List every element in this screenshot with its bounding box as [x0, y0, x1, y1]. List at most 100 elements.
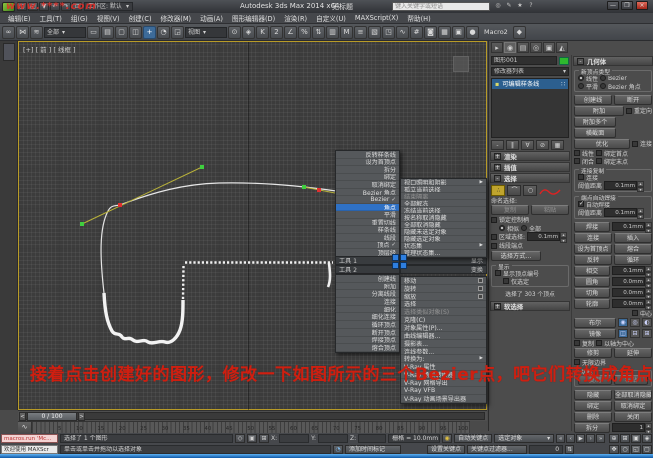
- rectangular-region-icon[interactable]: ▢: [115, 26, 128, 39]
- rendered-frame-icon[interactable]: ▣: [452, 26, 465, 39]
- handle-endpoint[interactable]: [80, 222, 84, 226]
- previous-frame-button[interactable]: ‹: [566, 434, 575, 443]
- trim-button[interactable]: 修剪: [574, 348, 612, 358]
- dock-handle[interactable]: [3, 43, 15, 61]
- weld-button[interactable]: 焊接: [574, 222, 610, 232]
- connect-copy-threshold-spinner[interactable]: 0.1mm▴▾: [604, 181, 644, 190]
- time-slider-track[interactable]: [20, 412, 485, 420]
- frame-spinner[interactable]: ⇅: [565, 445, 574, 454]
- attach-button[interactable]: 附加: [574, 106, 624, 116]
- menu-item[interactable]: 动画(A): [196, 13, 227, 23]
- mirror-h-icon[interactable]: ◫: [618, 329, 628, 338]
- render-setup-icon[interactable]: ▦: [438, 26, 451, 39]
- center-checkbox[interactable]: [632, 310, 638, 316]
- divide-button[interactable]: 拆分: [574, 423, 610, 433]
- quad-menu-item[interactable]: 旋转: [401, 285, 486, 293]
- quad-menu-item[interactable]: 隐藏未选定对象: [401, 229, 486, 236]
- chamfer-spinner[interactable]: 0.0mm▴▾: [612, 288, 652, 297]
- collapse-icon[interactable]: -: [577, 58, 584, 65]
- align-icon[interactable]: ≡: [354, 26, 367, 39]
- selection-filter-dropdown[interactable]: 全部▾: [44, 27, 86, 38]
- paste-selection-button[interactable]: 粘贴: [531, 205, 569, 215]
- quad-menu-item[interactable]: 角点: [336, 204, 399, 212]
- angle-snap-icon[interactable]: ∠: [284, 26, 297, 39]
- segment-end-checkbox[interactable]: [491, 243, 497, 249]
- alike-radio[interactable]: [499, 225, 505, 231]
- mirror-both-icon[interactable]: ⊞: [642, 329, 652, 338]
- quad-menu-item[interactable]: 焊接顶点: [336, 337, 399, 345]
- show-end-result-icon[interactable]: ‖: [506, 140, 519, 150]
- quad-menu-item[interactable]: 管理状态集...: [401, 250, 486, 257]
- quad-menu-item[interactable]: 缩放: [401, 293, 486, 301]
- linear-radio[interactable]: [578, 75, 584, 81]
- lock-handles-checkbox[interactable]: [491, 217, 497, 223]
- curve-editor-icon[interactable]: ∿: [396, 26, 409, 39]
- quad-menu-item[interactable]: 重置切线: [336, 219, 399, 227]
- quad-menu-item[interactable]: 曲线编辑器...: [401, 332, 486, 340]
- quad-menu-item[interactable]: 断开顶点: [336, 329, 399, 337]
- fillet-spinner[interactable]: 0.0mm▴▾: [612, 277, 652, 286]
- zoom-extents-icon[interactable]: ▣: [631, 434, 641, 443]
- rollout-geometry[interactable]: -几何体: [573, 56, 653, 66]
- quad-menu-item[interactable]: 隐藏选定对象: [401, 236, 486, 243]
- quad-menu-item[interactable]: 全部解冻: [401, 200, 486, 207]
- bezier-vertex[interactable]: [317, 188, 321, 192]
- quad-menu-item[interactable]: 分离线段: [336, 290, 399, 298]
- quad-menu-item[interactable]: 样条线: [336, 226, 399, 234]
- pan-icon[interactable]: ✥: [609, 445, 619, 454]
- extend-button[interactable]: 延伸: [614, 348, 652, 358]
- select-by-button[interactable]: 选择方式...: [491, 251, 541, 261]
- linear-checkbox[interactable]: [574, 150, 580, 156]
- outline-spinner[interactable]: 0.0mm▴▾: [612, 299, 652, 308]
- expand-icon[interactable]: +: [494, 303, 501, 310]
- previous-frame-arrow[interactable]: <: [19, 412, 26, 421]
- wrench-icon[interactable]: ✎: [504, 2, 514, 11]
- search-input[interactable]: 键入关键字或短语: [392, 2, 490, 11]
- rollout-rendering[interactable]: +渲染: [490, 151, 570, 161]
- cross-insert-button[interactable]: 相交: [574, 266, 610, 276]
- x-coordinate-field[interactable]: [279, 434, 309, 443]
- select-object-icon[interactable]: ▭: [87, 26, 100, 39]
- attach-multiple-button[interactable]: 附加多个: [574, 117, 616, 127]
- menu-item[interactable]: 编辑(E): [4, 13, 35, 23]
- quad-menu-item[interactable]: 克隆(C): [401, 316, 486, 324]
- hide-button[interactable]: 隐藏: [574, 390, 612, 400]
- spline-subobject-button[interactable]: ○: [523, 185, 537, 196]
- menu-item[interactable]: 组(G): [67, 13, 92, 23]
- menu-item[interactable]: 图形编辑器(D): [228, 13, 279, 23]
- quad-menu-item[interactable]: 连接: [336, 298, 399, 306]
- cycle-button[interactable]: 循环: [614, 255, 652, 265]
- key-selection-set-dropdown[interactable]: 选定对象▾: [494, 434, 554, 443]
- fuse-button[interactable]: 熔合: [614, 244, 652, 254]
- reverse-button[interactable]: 反转: [574, 255, 612, 265]
- quad-menu-item[interactable]: 绑定: [336, 174, 399, 182]
- quad-menu-item[interactable]: 顶点✓: [336, 242, 399, 250]
- boolean-intersect-icon[interactable]: ◐: [642, 318, 652, 327]
- window-crossing-icon[interactable]: ◫: [129, 26, 142, 39]
- expand-icon[interactable]: +: [494, 153, 501, 160]
- close-spline-button[interactable]: 关闭: [614, 412, 652, 422]
- weld-spinner[interactable]: 0.1mm▴▾: [612, 222, 652, 231]
- set-key-button[interactable]: 设置关键点: [427, 445, 465, 454]
- percent-snap-icon[interactable]: %: [298, 26, 311, 39]
- quad-menu-item[interactable]: 细化: [336, 306, 399, 314]
- bezier-vertex[interactable]: [118, 203, 122, 207]
- all-radio[interactable]: [521, 225, 527, 231]
- refine-button[interactable]: 优化: [574, 139, 630, 149]
- current-frame-field[interactable]: 0: [529, 445, 563, 454]
- bezier-radio[interactable]: [600, 75, 606, 81]
- quad-menu-item[interactable]: 摄影表...: [401, 340, 486, 348]
- quad-menu-item[interactable]: 选择: [401, 301, 486, 309]
- modifier-stack-selected-row[interactable]: ▪ 可编辑样条线 ∷: [492, 79, 568, 89]
- spline-curve[interactable]: [101, 183, 336, 293]
- cross-section-button[interactable]: 横截面: [574, 128, 616, 138]
- spinner-snap-icon[interactable]: ⇅: [312, 26, 325, 39]
- zoom-all-icon[interactable]: ⊞: [620, 434, 630, 443]
- bind-first-checkbox[interactable]: [596, 150, 602, 156]
- quad-menu-item[interactable]: 对象属性(P)...: [401, 324, 486, 332]
- create-tab-icon[interactable]: ▸: [491, 42, 503, 53]
- bind-button[interactable]: 绑定: [574, 401, 612, 411]
- closed-checkbox[interactable]: [574, 158, 580, 164]
- select-and-manipulate-icon[interactable]: ◈: [242, 26, 255, 39]
- mirror-v-icon[interactable]: ⊟: [630, 329, 640, 338]
